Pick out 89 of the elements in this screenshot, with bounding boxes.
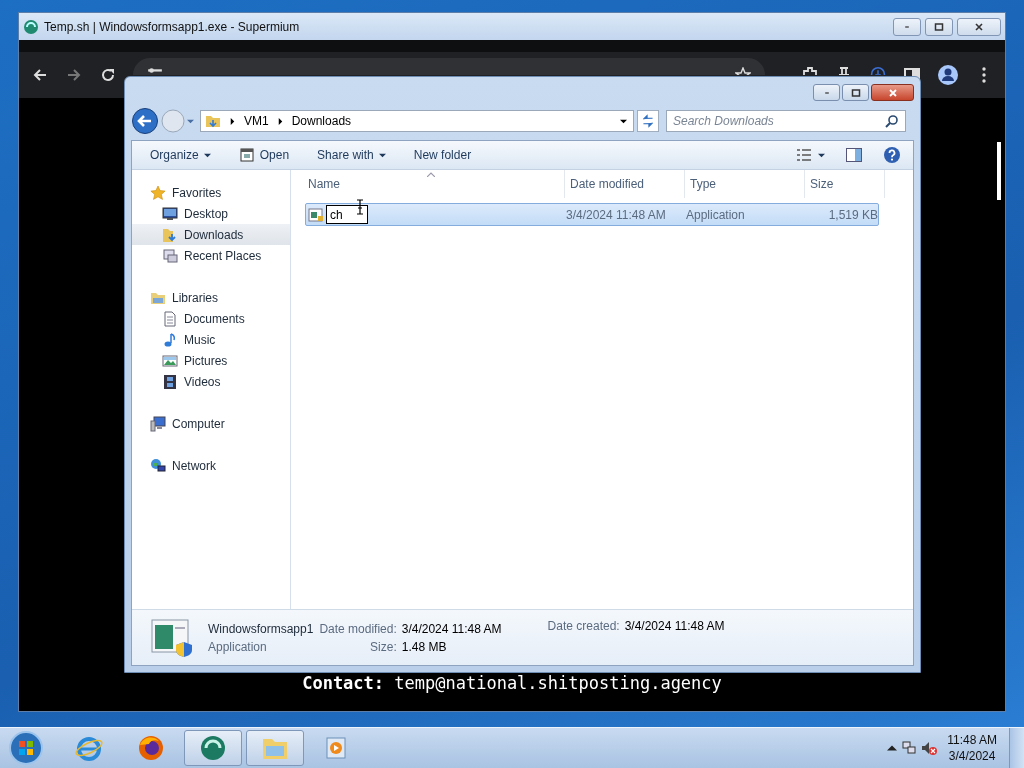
application-icon xyxy=(308,206,324,223)
preview-pane-icon[interactable] xyxy=(845,146,863,164)
close-icon xyxy=(887,87,898,98)
refresh-icon[interactable] xyxy=(637,110,659,132)
column-header[interactable]: Date modified xyxy=(565,170,685,198)
profile-avatar-icon[interactable] xyxy=(937,64,959,86)
site-info-icon xyxy=(147,67,163,75)
maximize-button[interactable] xyxy=(925,17,953,36)
property-value: 3/4/2024 11:48 AM xyxy=(624,619,725,633)
file-name: Windowsformsapp1 xyxy=(208,621,314,636)
application-icon xyxy=(150,617,194,658)
chevron-icon xyxy=(276,117,284,125)
property-value: 3/4/2024 11:48 AM xyxy=(401,621,502,636)
nav-group[interactable]: Favorites xyxy=(132,182,290,203)
breadcrumb-item[interactable]: Downloads xyxy=(291,114,352,128)
toolbar-button[interactable]: Open xyxy=(232,144,296,166)
show-hidden-icons-icon[interactable] xyxy=(887,743,898,753)
text-cursor-icon xyxy=(356,199,364,215)
file-type: Application xyxy=(208,639,268,654)
back-button[interactable] xyxy=(131,107,159,135)
search-field[interactable]: Search Downloads xyxy=(666,110,906,132)
search-icon xyxy=(885,114,899,128)
nav-item[interactable]: Recent Places xyxy=(132,245,290,266)
close-icon-button[interactable] xyxy=(871,84,914,101)
caret-icon xyxy=(378,151,386,159)
puzzle-icon[interactable] xyxy=(801,67,819,75)
help-icon[interactable] xyxy=(883,146,901,164)
network-icon xyxy=(150,457,166,474)
maximize-button[interactable] xyxy=(842,84,869,101)
maximize-icon xyxy=(934,21,944,32)
document-icon xyxy=(162,310,178,327)
folder-icon xyxy=(205,113,221,129)
film-icon xyxy=(162,373,178,390)
toolbar-button[interactable]: Organize xyxy=(144,145,217,165)
nav-item[interactable]: Desktop xyxy=(132,203,290,224)
close-icon-button[interactable] xyxy=(957,17,1001,36)
toolbar-button[interactable]: Share with xyxy=(311,145,392,165)
nav-group[interactable]: Network xyxy=(132,455,290,476)
reload-icon[interactable] xyxy=(99,66,117,84)
date-cell-text: 3/4/2024 11:48 AM xyxy=(566,207,667,222)
picture-icon xyxy=(162,352,178,369)
rename-field[interactable]: ch xyxy=(326,205,368,224)
toolbar-button[interactable]: New folder xyxy=(407,145,478,165)
property-label: Date created: xyxy=(547,619,620,633)
supermium-icon[interactable] xyxy=(184,730,242,766)
scrollbar-thumb[interactable] xyxy=(997,142,1001,200)
supermium-icon xyxy=(23,18,39,35)
column-header[interactable]: Name xyxy=(303,170,565,198)
clock[interactable]: 11:48 AM 3/4/2024 xyxy=(947,733,997,763)
nav-group[interactable]: Libraries xyxy=(132,287,290,308)
nav-item[interactable]: Downloads xyxy=(132,224,290,245)
caret-icon[interactable] xyxy=(818,151,825,159)
maximize-icon xyxy=(850,87,861,98)
close-icon xyxy=(974,21,984,32)
contact-line: Contact: temp@national.shitposting.agency xyxy=(302,673,722,693)
dropdown-arrow-icon[interactable] xyxy=(620,117,627,125)
minimize-icon xyxy=(904,25,910,28)
recent-places-icon xyxy=(162,247,178,264)
minimize-icon xyxy=(823,91,830,94)
search-input[interactable]: Search Downloads xyxy=(673,112,885,130)
network-icon[interactable] xyxy=(901,740,918,756)
music-note-icon xyxy=(162,331,178,348)
view-list-icon[interactable] xyxy=(796,147,812,163)
property-label: Date modified: xyxy=(319,621,397,636)
caret-icon xyxy=(203,151,211,159)
type-cell-text: Application xyxy=(686,207,746,222)
desktop-icon xyxy=(162,205,178,222)
nav-item[interactable]: Music xyxy=(132,329,290,350)
folder-icon xyxy=(162,226,178,243)
column-header[interactable]: Size xyxy=(805,170,885,198)
window-title: Temp.sh | Windowsformsapp1.exe - Supermium xyxy=(44,19,300,34)
nav-item[interactable]: Pictures xyxy=(132,350,290,371)
address-field[interactable]: VM1 Downloads xyxy=(200,110,634,132)
breadcrumb-item[interactable]: VM1 xyxy=(244,114,269,128)
computer-icon xyxy=(150,415,166,432)
bookmark-star-icon[interactable] xyxy=(735,67,751,75)
nav-item[interactable]: Documents xyxy=(132,308,290,329)
column-header[interactable]: Type xyxy=(685,170,805,198)
size-cell-text: 1,519 KB xyxy=(827,207,878,222)
start-button[interactable] xyxy=(8,730,44,766)
property-label: Size: xyxy=(369,639,397,654)
nav-item[interactable]: Videos xyxy=(132,371,290,392)
star-icon xyxy=(150,184,166,201)
chevron-icon xyxy=(229,117,236,125)
volume-icon[interactable] xyxy=(921,740,938,756)
download-icon[interactable] xyxy=(869,67,887,75)
property-value: 1.48 MB xyxy=(401,639,448,654)
nav-group[interactable]: Computer xyxy=(132,413,290,434)
window-icon xyxy=(238,147,255,163)
